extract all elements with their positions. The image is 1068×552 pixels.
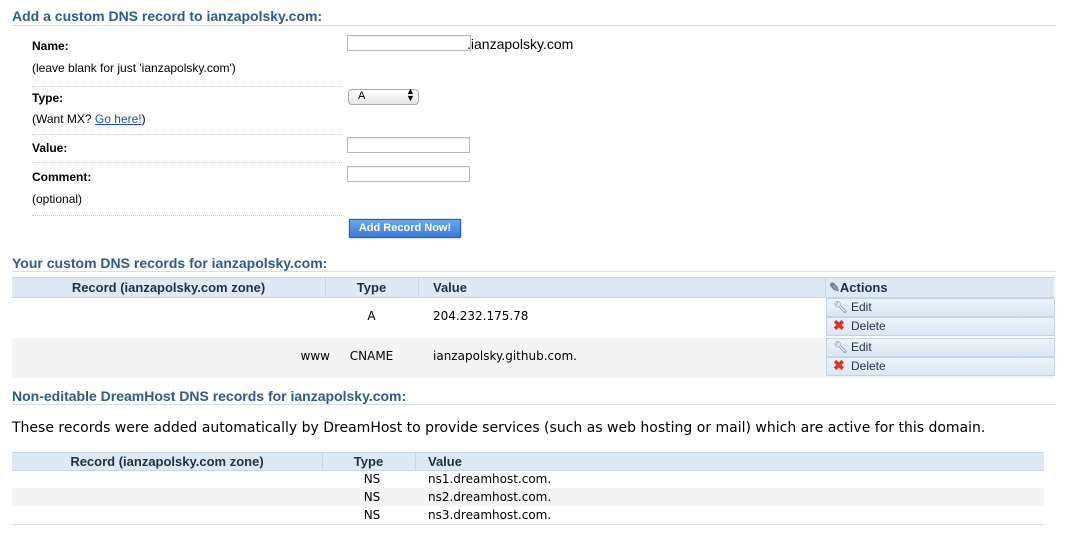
edit-label: Edit	[851, 300, 872, 314]
table-row: NS ns1.dreamhost.com.	[12, 470, 1044, 488]
type-cell: NS	[363, 508, 381, 522]
column-header-actions: ✎Actions	[829, 280, 888, 296]
value-cell: ns1.dreamhost.com.	[428, 472, 552, 486]
add-record-title-rule	[12, 25, 1056, 26]
delete-label: Delete	[851, 319, 886, 333]
value-input[interactable]	[347, 137, 470, 153]
delete-button[interactable]: ✖ Delete	[826, 357, 1055, 376]
x-icon: ✖	[833, 357, 845, 373]
add-record-title: Add a custom DNS record to ianzapolsky.c…	[12, 8, 323, 24]
column-header-record: Record (ianzapolsky.com zone)	[70, 454, 264, 469]
updown-arrows-icon: ▲ ▼	[406, 86, 415, 103]
column-header-record: Record (ianzapolsky.com zone)	[71, 280, 266, 295]
value-label: Value:	[32, 141, 68, 155]
column-divider	[415, 453, 416, 470]
type-cell: A	[367, 309, 376, 323]
comment-row-divider	[32, 215, 342, 216]
table-row: NS ns3.dreamhost.com.	[12, 506, 1044, 525]
name-row-divider	[32, 86, 342, 87]
wand-icon: ✎	[829, 280, 840, 295]
delete-button[interactable]: ✖ Delete	[826, 317, 1055, 336]
column-header-type: Type	[353, 454, 384, 469]
name-label: Name:	[32, 39, 69, 53]
custom-records-header: Record (ianzapolsky.com zone) Type Value…	[12, 277, 1054, 298]
dreamhost-records-header: Record (ianzapolsky.com zone) Type Value	[12, 452, 1044, 471]
x-icon: ✖	[833, 317, 845, 333]
comment-input[interactable]	[347, 166, 470, 182]
custom-records-title-rule	[12, 271, 1056, 272]
value-row-divider	[32, 162, 342, 163]
name-input[interactable]	[347, 35, 471, 51]
dreamhost-records-description: These records were added automatically b…	[12, 420, 986, 436]
edit-button[interactable]: 🔧︎ Edit	[826, 338, 1055, 357]
value-cell: ns3.dreamhost.com.	[428, 508, 552, 522]
dreamhost-records-title-rule	[12, 404, 1056, 405]
wrench-icon: 🔧︎	[833, 300, 849, 314]
comment-label: Comment:	[32, 170, 92, 184]
table-row: www CNAME ianzapolsky.github.com. 🔧︎ Edi…	[12, 338, 1055, 378]
wrench-icon: 🔧︎	[833, 340, 849, 354]
table-row: NS ns2.dreamhost.com.	[12, 488, 1044, 506]
value-cell: 204.232.175.78	[433, 309, 529, 323]
type-row-divider	[32, 134, 342, 135]
edit-label: Edit	[851, 340, 872, 354]
type-cell: NS	[363, 490, 381, 504]
type-hint-prefix: (Want MX?	[32, 112, 92, 126]
type-cell: NS	[363, 472, 381, 486]
name-domain-suffix: .ianzapolsky.com	[467, 36, 574, 52]
add-record-button[interactable]: Add Record Now!	[349, 219, 461, 238]
comment-hint: (optional)	[32, 192, 83, 206]
column-header-value: Value	[433, 280, 467, 295]
value-cell: ns2.dreamhost.com.	[428, 490, 552, 504]
type-cell: CNAME	[349, 349, 394, 363]
column-header-type: Type	[356, 280, 387, 295]
delete-label: Delete	[851, 359, 886, 373]
edit-button[interactable]: 🔧︎ Edit	[826, 298, 1055, 317]
column-divider	[418, 278, 419, 297]
value-cell: ianzapolsky.github.com.	[433, 349, 577, 363]
type-select-value: A	[358, 90, 366, 102]
name-hint: (leave blank for just 'ianzapolsky.com')	[32, 61, 236, 75]
dreamhost-records-title: Non-editable DreamHost DNS records for i…	[12, 388, 407, 404]
column-divider	[825, 278, 826, 297]
table-row: A 204.232.175.78 🔧︎ Edit ✖ Delete	[12, 297, 1055, 337]
custom-records-title: Your custom DNS records for ianzapolsky.…	[12, 255, 328, 271]
mx-go-here-link[interactable]: Go here!	[95, 112, 142, 126]
type-select[interactable]: A ▲ ▼	[348, 86, 419, 105]
type-label: Type:	[32, 91, 64, 105]
column-header-value: Value	[428, 454, 462, 469]
column-header-actions-label: Actions	[839, 280, 888, 295]
type-hint: (Want MX? Go here!)	[32, 112, 146, 126]
type-hint-suffix: )	[141, 112, 146, 126]
